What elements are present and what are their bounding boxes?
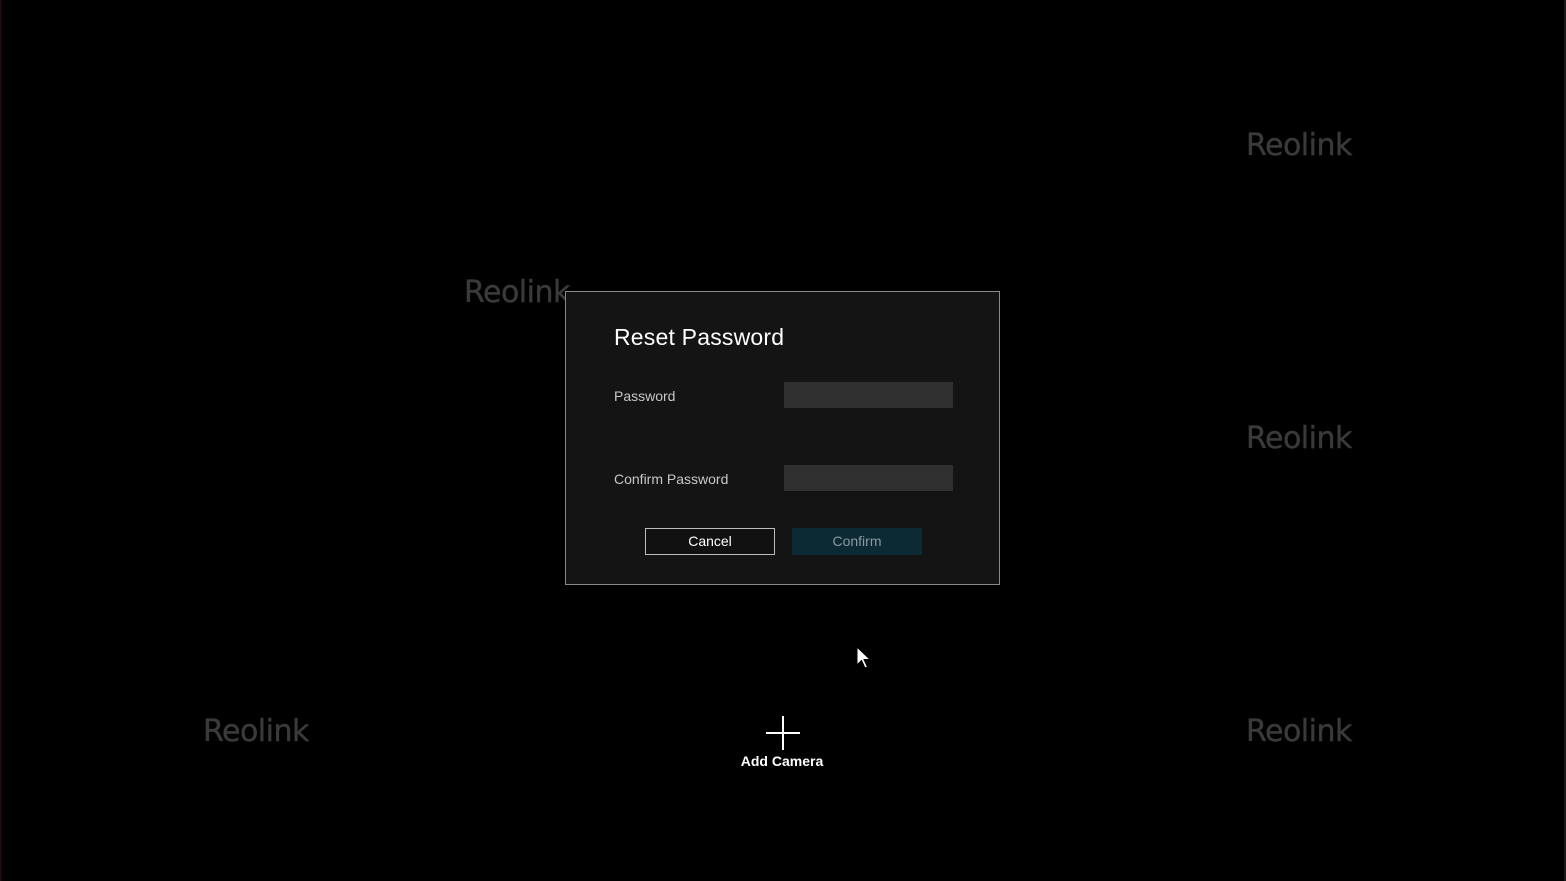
password-label: Password — [614, 388, 676, 404]
live-view-screen: Reolink Reolink Reolink Reolink Reolink … — [0, 0, 1566, 881]
confirm-button[interactable]: Confirm — [792, 528, 922, 555]
reolink-watermark-logo: Reolink — [1246, 421, 1353, 456]
confirm-password-input[interactable] — [784, 465, 953, 491]
screen-edge-left — [0, 0, 2, 881]
add-camera-label: Add Camera — [740, 753, 824, 769]
password-input[interactable] — [784, 382, 953, 408]
reolink-watermark-logo: Reolink — [203, 714, 310, 749]
cancel-button[interactable]: Cancel — [645, 528, 775, 555]
reolink-watermark-logo: Reolink — [1246, 714, 1353, 749]
dialog-title: Reset Password — [614, 324, 785, 350]
mouse-cursor-icon — [856, 646, 872, 669]
confirm-password-label: Confirm Password — [614, 471, 729, 487]
reolink-watermark-logo: Reolink — [1246, 128, 1353, 163]
reset-password-dialog: Reset Password Password Confirm Password… — [565, 291, 1000, 585]
reolink-watermark-logo: Reolink — [464, 275, 571, 310]
plus-icon — [766, 716, 800, 750]
add-camera-button[interactable]: Add Camera — [731, 714, 833, 776]
